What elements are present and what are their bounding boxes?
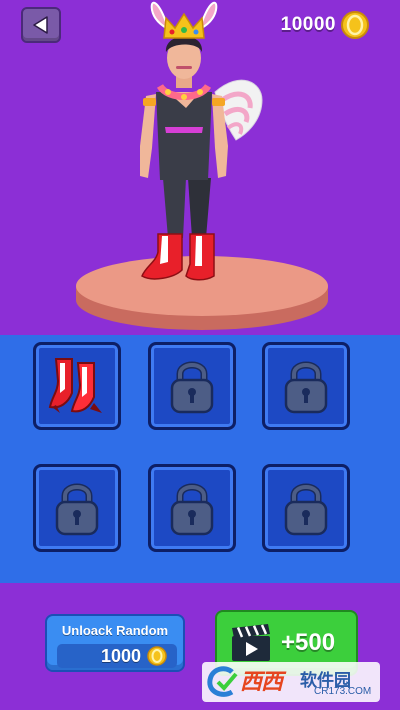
coin-icon <box>147 646 167 666</box>
item-grid <box>0 335 400 583</box>
red-boots <box>141 233 215 281</box>
item-slot-5[interactable] <box>148 464 236 552</box>
item-slot-1[interactable] <box>33 342 121 430</box>
watermark-url: CR173.COM <box>314 686 372 697</box>
item-slot-6[interactable] <box>262 464 350 552</box>
character-preview <box>76 1 328 330</box>
item-slot-2[interactable] <box>148 342 236 430</box>
lock-icon <box>284 361 328 414</box>
lock-icon <box>284 483 328 536</box>
item-slot-4[interactable] <box>33 464 121 552</box>
unlock-random-cost-value: 1000 <box>100 645 141 666</box>
lock-icon <box>170 361 214 414</box>
unlock-random-cost: 1000 <box>57 644 177 668</box>
lock-icon <box>55 483 99 536</box>
site-watermark: 西西 软件园 CR173.COM <box>202 662 380 702</box>
item-slot-3[interactable] <box>262 342 350 430</box>
lock-icon <box>170 483 214 536</box>
character-body <box>156 92 212 180</box>
red-boots-icon <box>48 358 102 413</box>
clapperboard-icon <box>232 624 270 661</box>
video-reward-value: +500 <box>281 629 336 656</box>
unlock-random-button[interactable]: Unloack Random 1000 <box>45 614 185 672</box>
character-legs <box>163 178 211 238</box>
unlock-random-label: Unloack Random <box>61 623 169 638</box>
bunny-crown <box>150 1 218 39</box>
watermark-brand: 西西 <box>240 669 283 694</box>
character-head <box>165 36 203 88</box>
cr-logo <box>207 666 238 697</box>
